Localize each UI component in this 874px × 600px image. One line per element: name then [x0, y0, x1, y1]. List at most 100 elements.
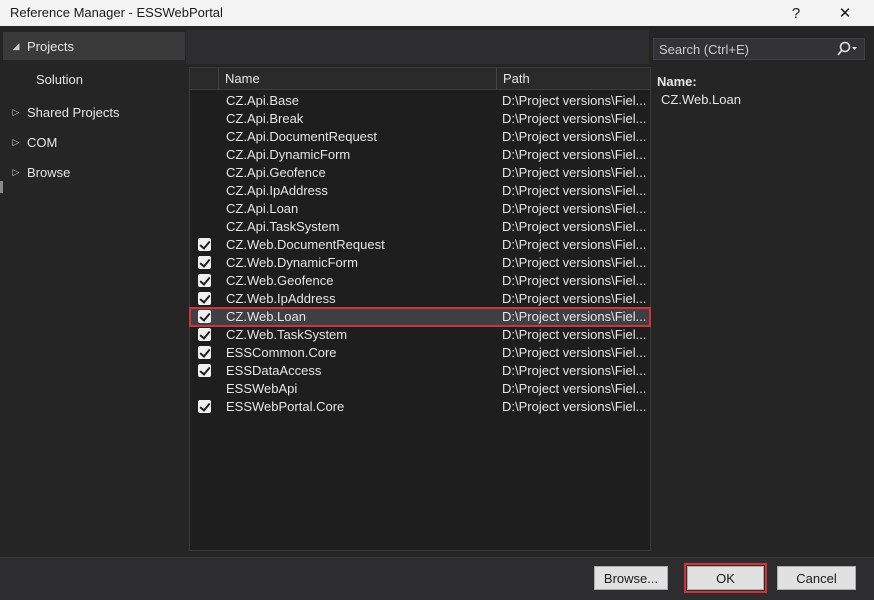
search-icon-graphic [837, 41, 857, 56]
table-row[interactable]: CZ.Web.Loan D:\Project versions\Fiel... [189, 307, 651, 327]
table-row[interactable]: CZ.Api.DocumentRequest D:\Project version… [190, 128, 650, 146]
row-name: CZ.Api.Geofence [226, 165, 326, 180]
column-header-path[interactable]: Path [496, 68, 650, 89]
table-row[interactable]: CZ.Api.Break D:\Project versions\Fiel... [190, 110, 650, 128]
row-path: D:\Project versions\Fiel... [502, 255, 646, 270]
toolbar-band [186, 30, 649, 64]
row-path: D:\Project versions\Fiel... [502, 309, 646, 324]
row-name: CZ.Web.IpAddress [226, 291, 336, 306]
ok-button[interactable]: OK [684, 563, 767, 593]
checkbox-checked[interactable] [198, 364, 211, 377]
checkbox-unchecked[interactable] [198, 148, 211, 161]
search-icon[interactable] [836, 41, 858, 60]
table-row[interactable]: CZ.Api.TaskSystem D:\Project versions\Fie… [190, 218, 650, 236]
dialog-footer: Browse... OK Cancel [0, 557, 874, 600]
row-path: D:\Project versions\Fiel... [502, 363, 646, 378]
row-name: CZ.Api.IpAddress [226, 183, 328, 198]
collapsed-icon: ▷ [12, 106, 20, 117]
checkbox-unchecked[interactable] [198, 202, 211, 215]
help-button[interactable]: ? [773, 0, 819, 26]
row-name: ESSWebApi [226, 381, 298, 396]
row-name: CZ.Api.DynamicForm [226, 147, 351, 162]
table-row[interactable]: CZ.Web.TaskSystem D:\Project versions\Fie… [190, 326, 650, 344]
column-header-name[interactable]: Name [218, 68, 498, 89]
table-row[interactable]: ESSDataAccess D:\Project versions\Fiel... [190, 362, 650, 380]
checkbox-unchecked[interactable] [198, 382, 211, 395]
table-row[interactable]: CZ.Api.Base D:\Project versions\Fiel... [190, 92, 650, 110]
checkbox-checked[interactable] [198, 274, 211, 287]
table-row[interactable]: CZ.Web.Geofence D:\Project versions\Fiel.… [190, 272, 650, 290]
table-row[interactable]: CZ.Web.DocumentRequest D:\Project version… [190, 236, 650, 254]
checkbox-checked[interactable] [198, 400, 211, 413]
row-name: CZ.Web.Loan [226, 309, 306, 324]
nav-item-label: Shared Projects [27, 104, 120, 120]
checkbox-checked[interactable] [198, 310, 211, 323]
checkbox-unchecked[interactable] [198, 166, 211, 179]
checkbox-checked[interactable] [198, 238, 211, 251]
expanded-icon: ◢ [12, 40, 20, 51]
nav-item-browse[interactable]: ▷ Browse [3, 158, 185, 186]
browse-button[interactable]: Browse... [594, 566, 668, 590]
checkbox-unchecked[interactable] [198, 112, 211, 125]
search-input[interactable]: Search (Ctrl+E) [653, 38, 865, 60]
details-panel: Name: CZ.Web.Loan [657, 74, 867, 107]
row-name: CZ.Api.Break [226, 111, 304, 126]
table-row[interactable]: CZ.Web.DynamicForm D:\Project versions\Fi… [190, 254, 650, 272]
checkbox-checked[interactable] [198, 328, 211, 341]
table-row[interactable]: ESSWebApi D:\Project versions\Fiel... [190, 380, 650, 398]
nav-item-label: Browse [27, 164, 71, 180]
row-path: D:\Project versions\Fiel... [502, 129, 646, 144]
table-row[interactable]: CZ.Api.Loan D:\Project versions\Fiel... [190, 200, 650, 218]
collapsed-icon: ▷ [12, 166, 20, 177]
row-path: D:\Project versions\Fiel... [502, 237, 646, 252]
checkbox-checked[interactable] [198, 256, 211, 269]
table-row[interactable]: CZ.Api.IpAddress D:\Project versions\Fiel… [190, 182, 650, 200]
row-name: ESSDataAccess [226, 363, 322, 378]
row-name: CZ.Api.TaskSystem [226, 219, 340, 234]
row-path: D:\Project versions\Fiel... [502, 273, 646, 288]
table-row[interactable]: ESSWebPortal.Core D:\Project versions\Fie… [190, 398, 650, 416]
cancel-button[interactable]: Cancel [777, 566, 856, 590]
close-button[interactable]: ✕ [822, 0, 868, 26]
row-path: D:\Project versions\Fiel... [502, 399, 646, 414]
checkbox-checked[interactable] [198, 292, 211, 305]
table-row[interactable]: CZ.Api.DynamicForm D:\Project versions\Fi… [190, 146, 650, 164]
row-path: D:\Project versions\Fiel... [502, 93, 646, 108]
checkbox-checked[interactable] [198, 346, 211, 359]
row-path: D:\Project versions\Fiel... [502, 291, 646, 306]
checkbox-unchecked[interactable] [198, 220, 211, 233]
details-name-label: Name: [657, 74, 697, 89]
row-path: D:\Project versions\Fiel... [502, 165, 646, 180]
row-name: CZ.Web.TaskSystem [226, 327, 348, 342]
row-name: CZ.Api.Base [226, 93, 299, 108]
row-path: D:\Project versions\Fiel... [502, 327, 646, 342]
row-path: D:\Project versions\Fiel... [502, 147, 646, 162]
collapsed-icon: ▷ [12, 136, 20, 147]
row-path: D:\Project versions\Fiel... [502, 183, 646, 198]
search-placeholder: Search (Ctrl+E) [659, 42, 749, 57]
table-row[interactable]: ESSCommon.Core D:\Project versions\Fiel..… [190, 344, 650, 362]
checkbox-unchecked[interactable] [198, 94, 211, 107]
checkbox-unchecked[interactable] [198, 130, 211, 143]
row-path: D:\Project versions\Fiel... [502, 111, 646, 126]
nav-item-solution[interactable]: Solution [3, 65, 185, 93]
nav-item-shared-projects[interactable]: ▷ Shared Projects [3, 98, 185, 126]
row-path: D:\Project versions\Fiel... [502, 381, 646, 396]
row-path: D:\Project versions\Fiel... [502, 201, 646, 216]
window-title: Reference Manager - ESSWebPortal [10, 5, 223, 20]
nav-item-com[interactable]: ▷ COM [3, 128, 185, 156]
row-name: CZ.Web.DocumentRequest [226, 237, 385, 252]
nav-item-label: Solution [36, 71, 83, 87]
checkbox-unchecked[interactable] [198, 184, 211, 197]
row-name: CZ.Web.Geofence [226, 273, 334, 288]
row-path: D:\Project versions\Fiel... [502, 219, 646, 234]
table-row[interactable]: CZ.Api.Geofence D:\Project versions\Fiel.… [190, 164, 650, 182]
details-name-value: CZ.Web.Loan [661, 92, 741, 107]
row-name: CZ.Api.Loan [226, 201, 299, 216]
table-row[interactable]: CZ.Web.IpAddress D:\Project versions\Fiel… [190, 290, 650, 308]
row-name: CZ.Api.DocumentRequest [226, 129, 378, 144]
nav-item-label: Projects [27, 38, 74, 54]
row-path: D:\Project versions\Fiel... [502, 345, 646, 360]
nav-item-projects[interactable]: ◢ Projects [3, 32, 185, 60]
title-bar: Reference Manager - ESSWebPortal ? ✕ [0, 0, 874, 26]
